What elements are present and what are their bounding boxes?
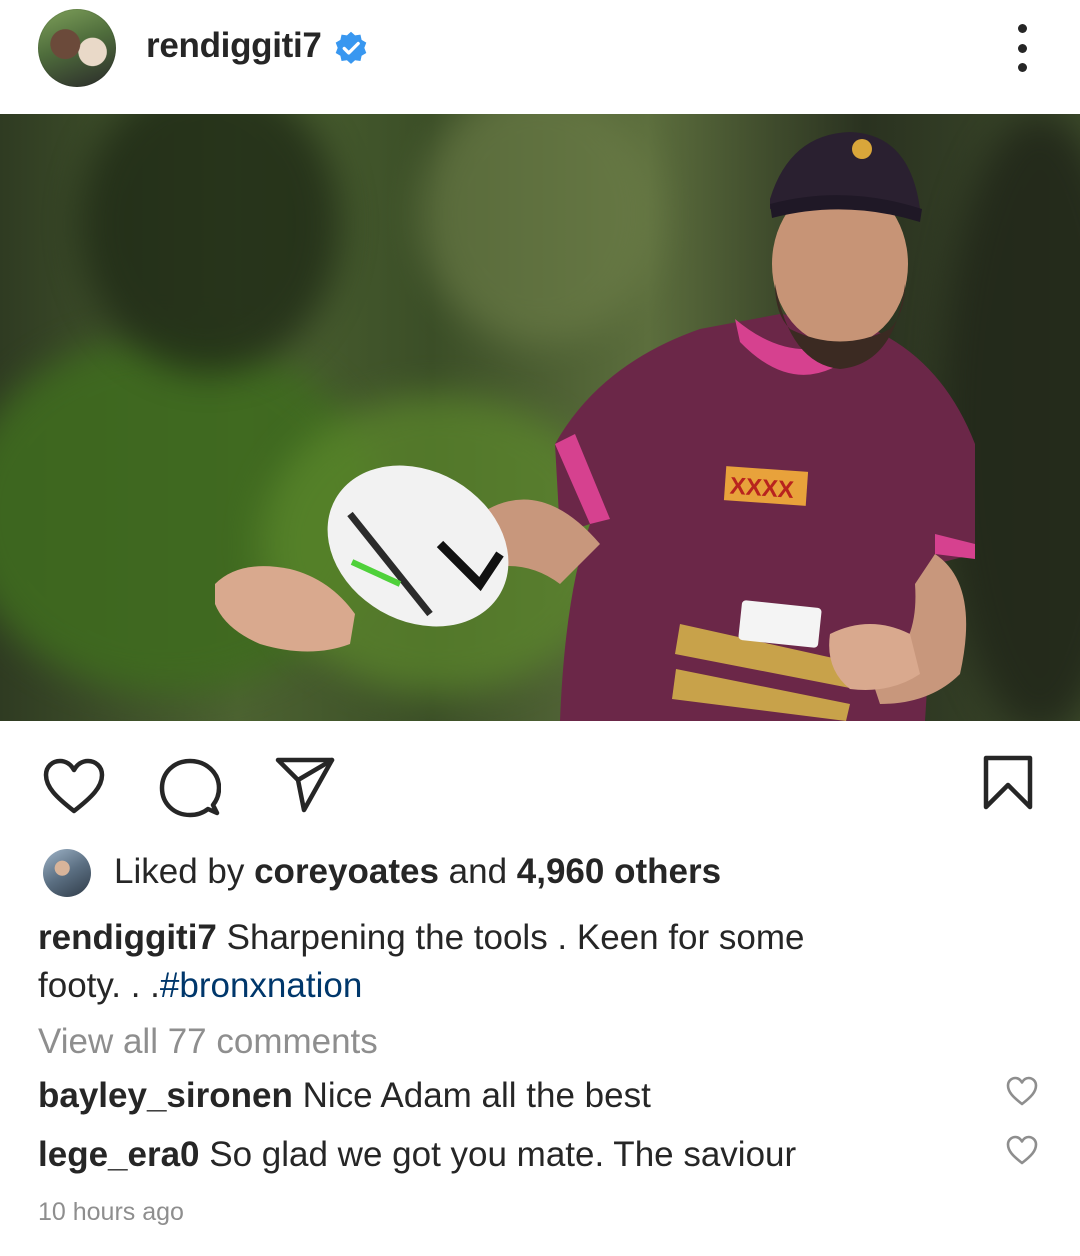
likes-summary[interactable]: Liked by coreyoates and 4,960 others — [114, 852, 721, 892]
comment-text: So glad we got you mate. The saviour — [199, 1135, 797, 1174]
post-caption: rendiggiti7 Sharpening the tools . Keen … — [38, 914, 858, 1010]
paper-plane-icon[interactable] — [274, 756, 336, 814]
comment-text: Nice Adam all the best — [292, 1076, 651, 1115]
likes-middle: and — [438, 852, 517, 891]
comment-item: lege_era0 So glad we got you mate. The s… — [38, 1135, 796, 1175]
liker-avatar[interactable] — [43, 849, 91, 897]
bookmark-icon[interactable] — [982, 754, 1034, 812]
post-image[interactable]: XXXX — [0, 114, 1080, 721]
comment-username[interactable]: lege_era0 — [38, 1135, 200, 1174]
post-header: rendiggiti7 — [0, 0, 1080, 114]
comment-like-heart-icon[interactable] — [1005, 1075, 1039, 1107]
likes-prefix: Liked by — [114, 852, 255, 891]
heart-outline-icon[interactable] — [42, 757, 106, 815]
verified-badge-icon — [335, 31, 367, 64]
comment-like-heart-icon[interactable] — [1005, 1134, 1039, 1166]
player-illustration: XXXX — [215, 132, 975, 721]
comment-bubble-icon[interactable] — [159, 757, 221, 819]
likes-count[interactable]: 4,960 others — [517, 852, 721, 891]
comment-item: bayley_sironen Nice Adam all the best — [38, 1076, 651, 1116]
caption-hashtag[interactable]: #bronxnation — [160, 966, 362, 1005]
profile-avatar[interactable] — [38, 9, 116, 87]
liker-username[interactable]: coreyoates — [254, 852, 439, 891]
caption-username[interactable]: rendiggiti7 — [38, 918, 217, 957]
post-username[interactable]: rendiggiti7 — [146, 26, 322, 66]
jersey-sponsor-text: XXXX — [729, 473, 795, 504]
post-timestamp: 10 hours ago — [38, 1198, 184, 1226]
view-all-comments-link[interactable]: View all 77 comments — [38, 1022, 378, 1062]
comment-username[interactable]: bayley_sironen — [38, 1076, 293, 1115]
more-options-icon[interactable] — [1004, 24, 1040, 72]
post-actions — [0, 750, 1080, 820]
